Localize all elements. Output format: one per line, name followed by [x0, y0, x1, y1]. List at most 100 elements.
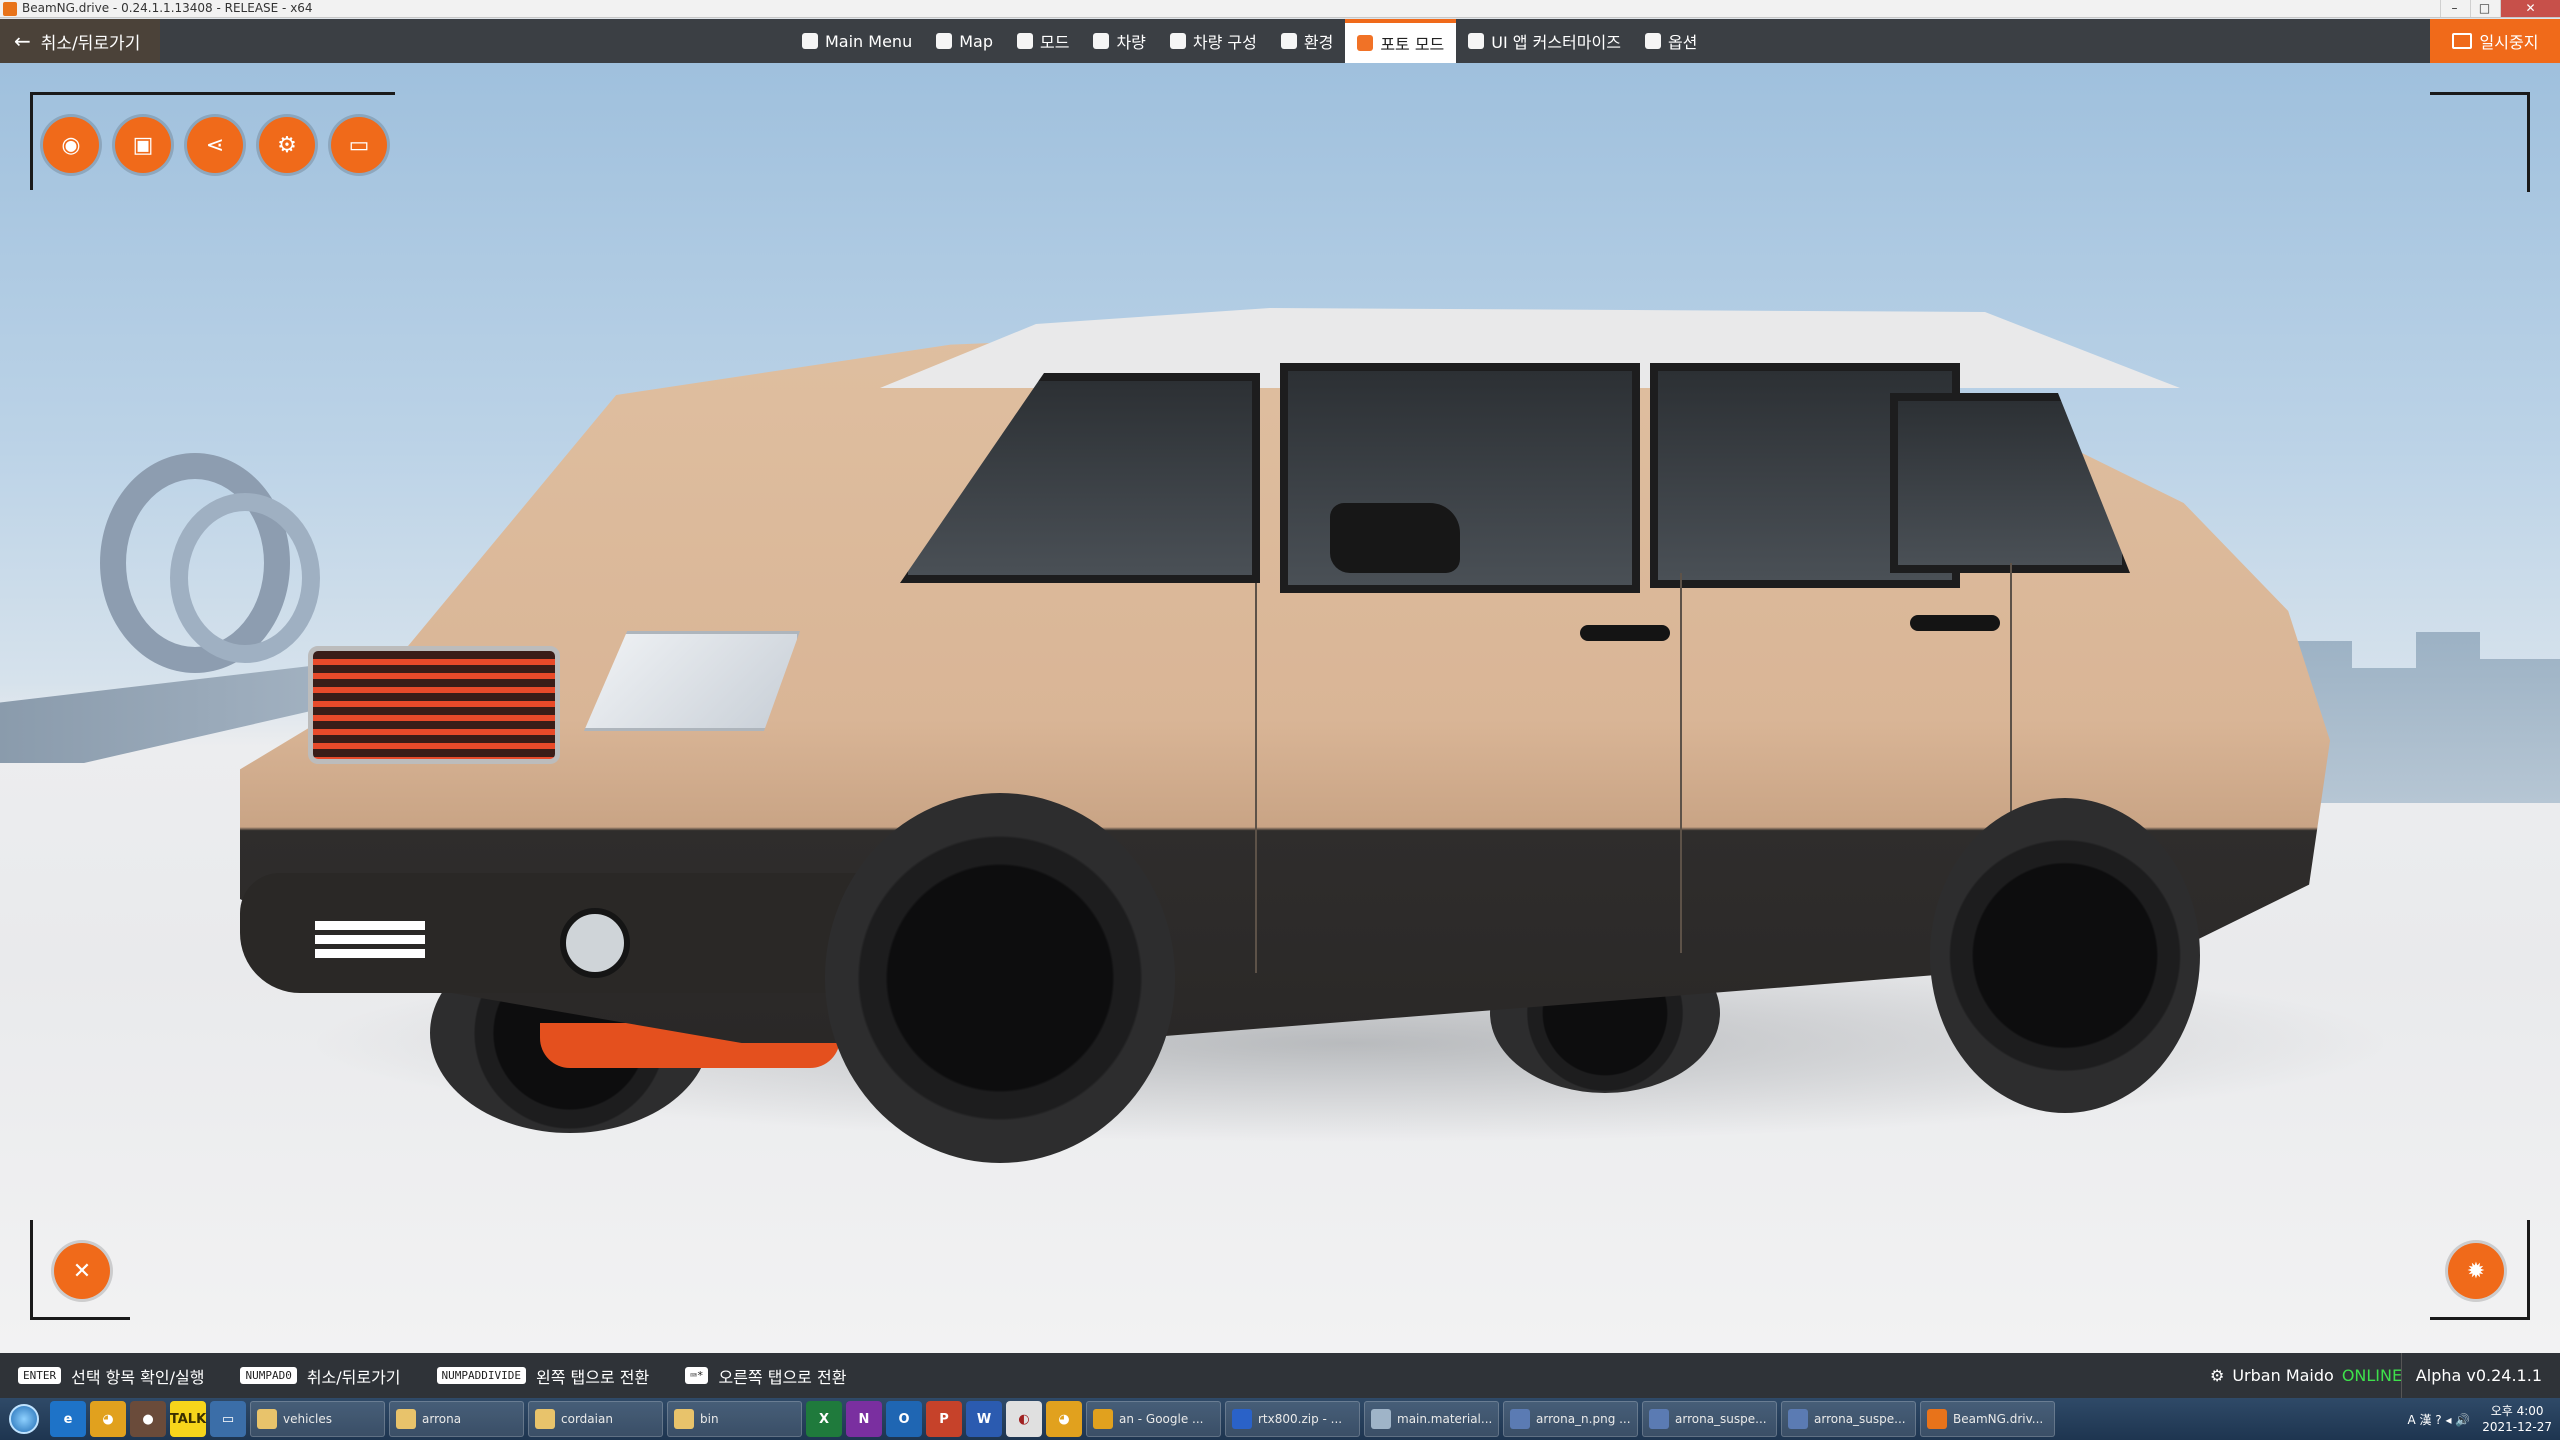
word-icon[interactable]: W — [966, 1401, 1002, 1437]
onenote-icon[interactable]: N — [846, 1401, 882, 1437]
desktop-icon[interactable]: ▭ — [210, 1401, 246, 1437]
take-screenshot-button[interactable]: ◉ — [43, 117, 99, 173]
nav-label: 차량 구성 — [1192, 33, 1257, 52]
nav-label: 옵션 — [1667, 33, 1698, 52]
task-label: arrona_suspe... — [1814, 1412, 1906, 1426]
close-icon: ✕ — [72, 1258, 92, 1284]
online-status: ONLINE — [2341, 1366, 2403, 1385]
map-icon — [936, 33, 953, 49]
clock[interactable]: 오후 4:00 2021-12-27 — [2482, 1403, 2552, 1435]
nav-options[interactable]: 옵션 — [1633, 19, 1709, 63]
weather-icon — [1280, 33, 1297, 49]
nav-main-menu[interactable]: Main Menu — [790, 19, 924, 63]
task-beamng[interactable]: BeamNG.driv... — [1920, 1401, 2055, 1437]
hint-label: 선택 항목 확인/실행 — [71, 1367, 205, 1387]
folder-icon: ▭ — [348, 132, 370, 158]
task-label: BeamNG.driv... — [1953, 1412, 2044, 1426]
task-label: an - Google ... — [1119, 1412, 1204, 1426]
game-menu-bar: ← 취소/뒤로가기 Main Menu Map 모드 차량 차량 구성 환경 포… — [0, 19, 2560, 63]
date: 2021-12-27 — [2482, 1420, 2552, 1434]
time: 오후 4:00 — [2490, 1404, 2544, 1418]
door-seam — [1680, 573, 1682, 953]
key-badge: ⌨* — [685, 1367, 709, 1384]
nav-vehicles[interactable]: 차량 — [1081, 19, 1157, 63]
quarter-window — [1890, 393, 2130, 573]
task-chrome[interactable]: an - Google ... — [1086, 1401, 1221, 1437]
task-label: cordaian — [561, 1412, 613, 1426]
frame-corner-top-right — [2430, 92, 2530, 192]
ui-apps-icon — [1468, 33, 1485, 49]
window-title: BeamNG.drive - 0.24.1.1.13408 - RELEASE … — [22, 1, 313, 15]
door-handle — [1580, 625, 1670, 641]
nav-ui-apps[interactable]: UI 앱 커스터마이즈 — [1456, 19, 1633, 63]
close-window-button[interactable]: ✕ — [2500, 0, 2560, 17]
maximize-button[interactable]: □ — [2470, 0, 2498, 17]
nav-mods[interactable]: 모드 — [1005, 19, 1081, 63]
controls-hint-bar: ENTER 선택 항목 확인/실행 NUMPAD0 취소/뒤로가기 NUMPAD… — [0, 1353, 2560, 1398]
image-icon — [1649, 1409, 1669, 1429]
nav-photo-mode[interactable]: 포토 모드 — [1345, 19, 1457, 63]
task-label: arrona_n.png ... — [1536, 1412, 1631, 1426]
username: Urban Maido — [2232, 1366, 2334, 1385]
nav-label: Main Menu — [825, 31, 913, 51]
task-material[interactable]: main.material... — [1364, 1401, 1499, 1437]
task-zip[interactable]: rtx800.zip - ... — [1225, 1401, 1360, 1437]
back-arrow-icon: ← — [14, 29, 31, 53]
back-button[interactable]: ← 취소/뒤로가기 — [0, 19, 160, 63]
app-icon[interactable]: ◐ — [1006, 1401, 1042, 1437]
photo-settings-button[interactable]: ✹ — [2448, 1243, 2504, 1299]
task-label: vehicles — [283, 1412, 332, 1426]
task-image-1[interactable]: arrona_n.png ... — [1503, 1401, 1638, 1437]
pause-button[interactable]: 일시중지 — [2430, 19, 2560, 63]
minimize-button[interactable]: – — [2440, 0, 2468, 17]
close-photo-mode-button[interactable]: ✕ — [54, 1243, 110, 1299]
pause-label: 일시중지 — [2479, 33, 2539, 52]
task-label: arrona — [422, 1412, 462, 1426]
excel-icon[interactable]: X — [806, 1401, 842, 1437]
sliders-icon — [1644, 33, 1661, 49]
ie-icon[interactable]: e — [50, 1401, 86, 1437]
camera-icon: ◉ — [61, 132, 81, 158]
chrome-icon[interactable]: ◕ — [1046, 1401, 1082, 1437]
daytime-running-light — [315, 921, 425, 961]
nav-environment[interactable]: 환경 — [1269, 19, 1345, 63]
puzzle-icon — [1016, 33, 1033, 49]
task-image-2[interactable]: arrona_suspe... — [1642, 1401, 1777, 1437]
hint-left-tab: NUMPADDIVIDE 왼쪽 탭으로 전환 — [436, 1364, 650, 1388]
hint-label: 왼쪽 탭으로 전환 — [536, 1367, 650, 1387]
share-button[interactable]: ⋖ — [187, 117, 243, 173]
big-screenshot-button[interactable]: ▣ — [115, 117, 171, 173]
app-icon[interactable]: ● — [130, 1401, 166, 1437]
powerpoint-icon[interactable]: P — [926, 1401, 962, 1437]
user-status: ⚙ Urban Maido ONLINE — [2210, 1353, 2402, 1398]
task-folder-vehicles[interactable]: vehicles — [250, 1401, 385, 1437]
open-folder-button[interactable]: ▭ — [331, 117, 387, 173]
fog-light — [560, 908, 630, 978]
chrome-icon[interactable]: ◕ — [90, 1401, 126, 1437]
start-button[interactable] — [0, 1399, 48, 1439]
task-folder-cordaian[interactable]: cordaian — [528, 1401, 663, 1437]
game-viewport[interactable] — [0, 63, 2560, 1353]
nav-label: 환경 — [1303, 33, 1334, 52]
task-folder-arrona[interactable]: arrona — [389, 1401, 524, 1437]
system-tray: A 漢 ? ◂ 🔊 오후 4:00 2021-12-27 — [2407, 1398, 2552, 1440]
nav-map[interactable]: Map — [924, 19, 1005, 63]
windows-taskbar: e ◕ ● TALK ▭ vehicles arrona cordaian bi… — [0, 1398, 2560, 1440]
kakaotalk-icon[interactable]: TALK — [170, 1401, 206, 1437]
task-image-3[interactable]: arrona_suspe... — [1781, 1401, 1916, 1437]
nav-vehicle-config[interactable]: 차량 구성 — [1158, 19, 1269, 63]
beamng-app-icon — [1927, 1409, 1947, 1429]
tray-icons[interactable]: A 漢 ? ◂ 🔊 — [2407, 1411, 2470, 1428]
key-badge: NUMPAD0 — [240, 1367, 297, 1384]
image-icon — [1788, 1409, 1808, 1429]
key-badge: NUMPADDIVIDE — [436, 1367, 527, 1384]
steam-upload-button[interactable]: ⚙ — [259, 117, 315, 173]
task-folder-bin[interactable]: bin — [667, 1401, 802, 1437]
steam-icon: ⚙ — [2210, 1366, 2225, 1385]
image-icon — [1510, 1409, 1530, 1429]
nav-label: Map — [959, 31, 993, 51]
zip-icon — [1232, 1409, 1252, 1429]
share-icon: ⋖ — [205, 132, 225, 158]
outlook-icon[interactable]: O — [886, 1401, 922, 1437]
image-icon: ▣ — [132, 132, 154, 158]
